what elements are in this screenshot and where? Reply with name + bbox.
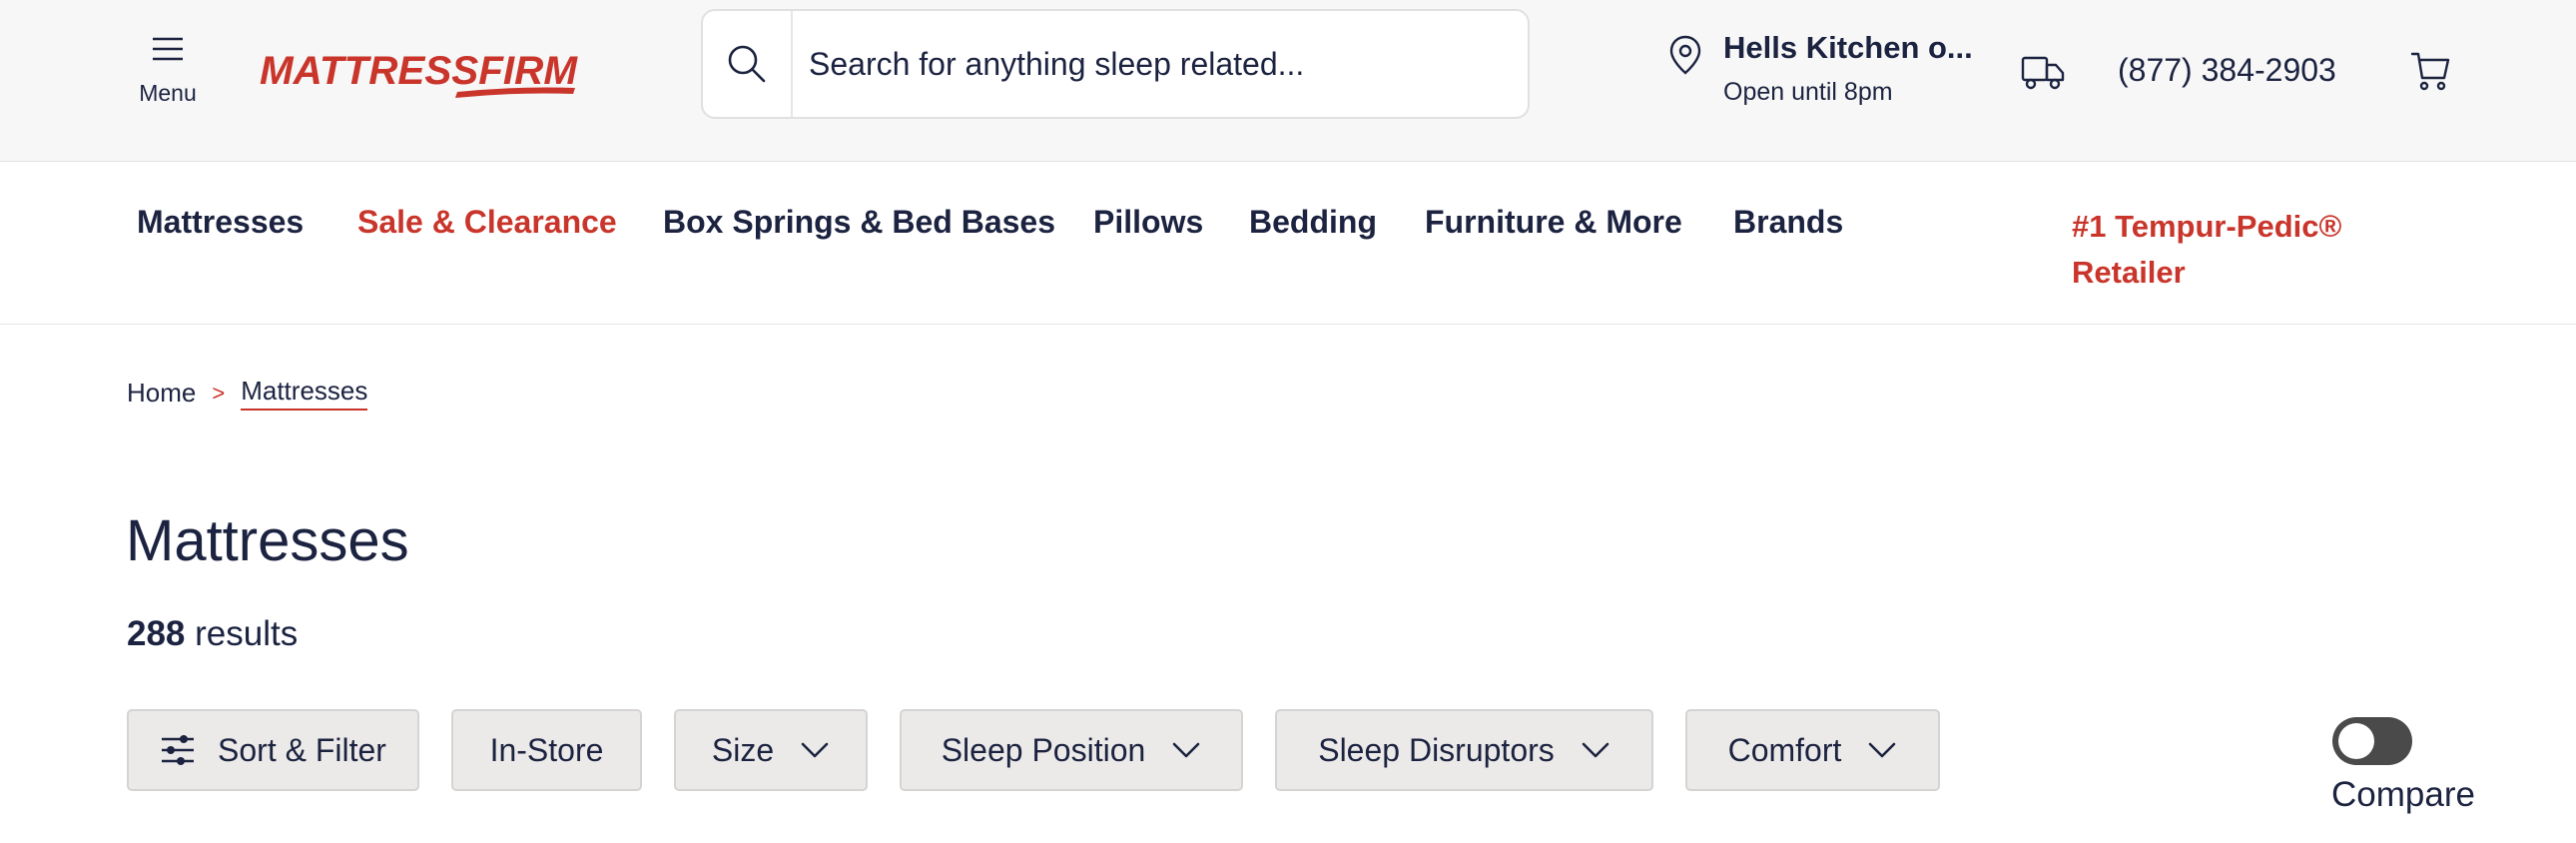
search-input[interactable] [793,11,1528,117]
chevron-down-icon [801,742,829,758]
size-filter-dropdown[interactable]: Size [674,709,868,791]
sort-filter-label: Sort & Filter [218,731,386,768]
store-hours: Open until 8pm [1723,78,1893,106]
in-store-filter-button[interactable]: In-Store [451,709,642,791]
search-icon [728,45,766,83]
store-selector[interactable]: Hells Kitchen o... Open until 8pm [1667,30,1973,107]
result-count: 288 results [127,614,298,654]
nav-item-sale-clearance[interactable]: Sale & Clearance [357,204,617,241]
logo-wordmark: MATTRESSFIRM [260,49,579,93]
sleep-disruptors-label: Sleep Disruptors [1318,731,1555,768]
store-name: Hells Kitchen o... [1723,30,1973,65]
sleep-position-filter-dropdown[interactable]: Sleep Position [900,709,1243,791]
sliders-icon [162,735,195,765]
mattress-firm-logo[interactable]: MATTRESSFIRM [258,42,587,102]
comfort-filter-dropdown[interactable]: Comfort [1685,709,1940,791]
hamburger-icon [153,37,183,61]
result-count-number: 288 [127,614,186,653]
chevron-down-icon [1582,742,1610,758]
nav-item-brands[interactable]: Brands [1733,204,1843,241]
promo-line-1: #1 Tempur-Pedic® [2072,209,2342,244]
main-navigation: Mattresses Sale & Clearance Box Springs … [0,162,2576,325]
promo-line-2: Retailer [2072,255,2186,290]
compare-label: Compare [2331,775,2475,814]
menu-label: Menu [139,80,197,106]
page-title: Mattresses [126,508,409,573]
nav-item-pillows[interactable]: Pillows [1093,204,1203,241]
result-count-label: results [195,614,299,653]
delivery-truck-icon[interactable] [2021,52,2065,92]
nav-item-mattresses[interactable]: Mattresses [137,204,304,241]
nav-item-furniture[interactable]: Furniture & More [1425,204,1682,241]
cart-icon[interactable] [2410,48,2450,92]
sort-filter-button[interactable]: Sort & Filter [127,709,419,791]
location-pin-icon [1669,35,1701,75]
sleep-position-label: Sleep Position [941,731,1146,768]
phone-number-link[interactable]: (877) 384-2903 [2118,52,2336,89]
compare-toggle[interactable] [2332,717,2412,765]
breadcrumb-separator: > [212,380,226,406]
search-icon-button[interactable] [703,11,793,117]
sleep-disruptors-filter-dropdown[interactable]: Sleep Disruptors [1275,709,1653,791]
chevron-down-icon [1172,742,1200,758]
in-store-label: In-Store [489,731,604,768]
nav-item-bedding[interactable]: Bedding [1249,204,1377,241]
search-box[interactable] [701,9,1530,119]
menu-button[interactable]: Menu [128,30,208,126]
breadcrumb-home[interactable]: Home [127,378,196,409]
compare-toggle-knob [2338,723,2374,759]
breadcrumb: Home > Mattresses [127,376,368,411]
size-label: Size [711,731,775,768]
tempur-pedic-promo-link[interactable]: #1 Tempur-Pedic® Retailer [2072,204,2401,296]
comfort-label: Comfort [1727,731,1842,768]
logo-mark: MATTRESSFIRM [260,49,579,98]
chevron-down-icon [1869,742,1896,758]
nav-item-box-springs[interactable]: Box Springs & Bed Bases [663,204,1055,241]
site-header: Menu MATTRESSFIRM Hells Kitchen o... Ope… [0,0,2576,162]
breadcrumb-current[interactable]: Mattresses [241,376,368,411]
